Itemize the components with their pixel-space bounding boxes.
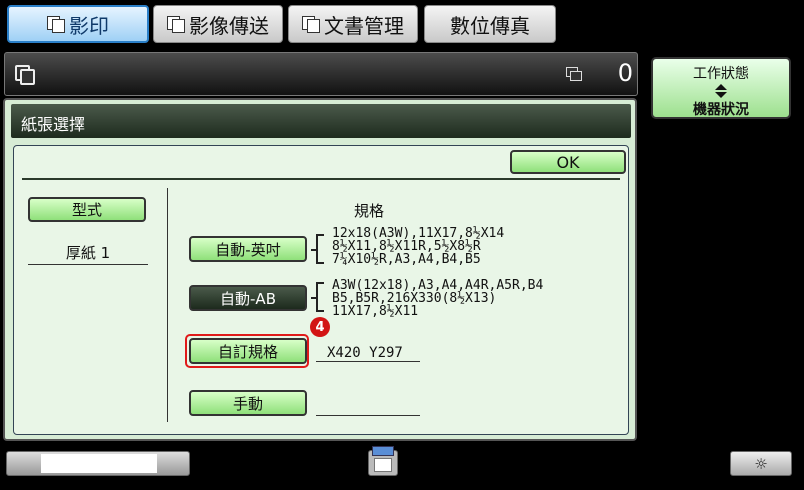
panel-title: 紙張選擇 <box>11 104 631 138</box>
status-bar: 0 <box>4 52 638 96</box>
auto-inch-button[interactable]: 自動-英吋 <box>189 236 307 262</box>
copy-count: 0 <box>617 59 633 87</box>
info-display <box>41 454 157 473</box>
manual-size-button[interactable]: 手動 <box>189 390 307 416</box>
brace <box>311 234 324 264</box>
pages-icon <box>566 67 582 81</box>
job-status-label: 工作狀態 <box>693 66 749 82</box>
paper-type-button[interactable]: 型式 <box>28 197 146 222</box>
machine-status-label: 機器狀況 <box>693 102 749 118</box>
tab-digital-fax[interactable]: 數位傳真 <box>424 5 556 43</box>
divider <box>22 178 620 180</box>
copy-machine-icon <box>362 444 402 480</box>
bottom-bar: ☼ <box>0 444 804 490</box>
step-number-badge: 4 <box>310 317 330 337</box>
divider <box>167 188 168 422</box>
brightness-button[interactable]: ☼ <box>730 451 792 476</box>
tab-digital-fax-label: 數位傳真 <box>450 13 530 38</box>
brace <box>311 282 324 312</box>
divider <box>316 361 420 362</box>
ok-button[interactable]: OK <box>510 150 626 174</box>
size-list-line: 11X17,8½X11 <box>332 304 419 319</box>
tab-document-filing-label: 文書管理 <box>324 13 404 38</box>
job-status-button[interactable]: 工作狀態 機器狀況 <box>651 57 791 119</box>
image-send-tab-icon <box>167 16 185 33</box>
tab-document-filing[interactable]: 文書管理 <box>288 5 418 43</box>
size-list-line: 7¼X10½R,A3,A4,B4,B5 <box>332 252 481 267</box>
tab-copy[interactable]: 影印 <box>7 5 149 43</box>
auto-ab-button[interactable]: 自動-AB <box>189 285 307 311</box>
paper-select-panel: 紙張選擇 OK 型式 厚紙 1 規格 自動-英吋 12x18(A3W),11X1… <box>3 98 637 441</box>
custom-size-value: X420 Y297 <box>327 345 403 361</box>
brightness-icon: ☼ <box>754 454 768 473</box>
divider <box>28 264 148 265</box>
copy-tab-icon <box>47 16 65 33</box>
system-info-button[interactable] <box>6 451 190 476</box>
divider <box>316 415 420 416</box>
paper-select-content: OK 型式 厚紙 1 規格 自動-英吋 12x18(A3W),11X17,8½X… <box>13 145 629 435</box>
up-down-arrow-icon <box>714 84 728 98</box>
tab-image-send-label: 影像傳送 <box>189 13 269 38</box>
auto-ab-size-list: A3W(12x18),A3,A4,A4R,A5R,B4 B5,B5R,216X33… <box>332 279 543 318</box>
paper-type-value: 厚紙 1 <box>65 244 111 262</box>
tab-image-send[interactable]: 影像傳送 <box>153 5 283 43</box>
document-filing-tab-icon <box>302 16 320 33</box>
paper-size-heading: 規格 <box>354 202 385 220</box>
custom-size-button[interactable]: 自訂規格 <box>189 338 307 364</box>
auto-inch-size-list: 12x18(A3W),11X17,8½X14 8½X11,8½X11R,5½X8½… <box>332 227 504 266</box>
tab-copy-label: 影印 <box>69 13 109 38</box>
copy-mode-icon <box>15 65 35 85</box>
mode-tab-bar: 影印 影像傳送 文書管理 數位傳真 <box>0 0 804 46</box>
